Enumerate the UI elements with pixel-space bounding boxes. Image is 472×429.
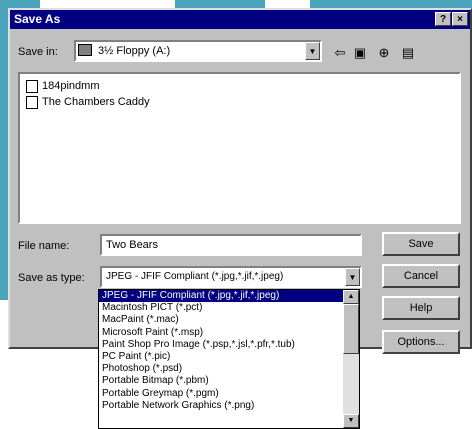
document-icon	[26, 79, 38, 93]
floppy-icon	[78, 44, 92, 56]
file-name-text: 184pindmm	[42, 80, 100, 92]
save-button[interactable]: Save	[382, 232, 460, 256]
file-name-text: The Chambers Caddy	[42, 96, 150, 108]
file-name-value: Two Bears	[106, 239, 158, 251]
help-title-button[interactable]: ?	[435, 12, 451, 26]
save-as-type-dropdown[interactable]: JPEG - JFIF Compliant (*.jpg,*.jif,*.jpe…	[98, 289, 360, 429]
view-menu-icon[interactable]: ▤	[398, 44, 418, 62]
back-icon[interactable]: ⇦	[330, 44, 350, 62]
document-icon	[26, 95, 38, 109]
scroll-thumb[interactable]	[343, 304, 359, 354]
title-bar: Save As ? ×	[10, 10, 470, 29]
save-as-type-label: Save as type:	[18, 272, 85, 284]
up-folder-icon[interactable]: ▣	[350, 44, 370, 62]
save-in-label: Save in:	[18, 46, 58, 58]
type-option[interactable]: Macintosh PICT (*.pct)	[99, 302, 359, 314]
scroll-down-icon[interactable]: ▼	[343, 414, 359, 428]
file-name-label: File name:	[18, 240, 70, 252]
help-button[interactable]: Help	[382, 296, 460, 320]
type-option[interactable]: MacPaint (*.mac)	[99, 314, 359, 326]
save-as-type-value: JPEG - JFIF Compliant (*.jpg,*.jif,*.jpe…	[106, 271, 284, 282]
cancel-button[interactable]: Cancel	[382, 264, 460, 288]
file-name-input[interactable]: Two Bears	[100, 234, 362, 256]
type-option[interactable]: PC Paint (*.pic)	[99, 351, 359, 363]
type-option[interactable]: Portable Network Graphics (*.png)	[99, 400, 359, 412]
options-button[interactable]: Options...	[382, 330, 460, 354]
list-item[interactable]: 184pindmm	[26, 78, 99, 94]
list-item[interactable]: The Chambers Caddy	[26, 94, 150, 110]
type-option[interactable]: Portable Greymap (*.pgm)	[99, 388, 359, 400]
chevron-down-icon[interactable]: ▼	[345, 268, 360, 286]
type-option[interactable]: Photoshop (*.psd)	[99, 363, 359, 375]
scroll-up-icon[interactable]: ▲	[343, 290, 359, 304]
save-in-combo[interactable]: 3½ Floppy (A:) ▼	[74, 40, 322, 62]
type-option[interactable]: JPEG - JFIF Compliant (*.jpg,*.jif,*.jpe…	[99, 290, 359, 303]
file-list[interactable]: 184pindmm The Chambers Caddy	[18, 72, 461, 224]
type-option[interactable]: Portable Bitmap (*.pbm)	[99, 375, 359, 387]
new-folder-icon[interactable]: ⊕	[374, 44, 394, 62]
type-option[interactable]: Paint Shop Pro Image (*.psp,*.jsl,*.pfr,…	[99, 339, 359, 351]
dropdown-scrollbar[interactable]: ▲ ▼	[343, 290, 359, 428]
type-option[interactable]: Microsoft Paint (*.msp)	[99, 327, 359, 339]
chevron-down-icon[interactable]: ▼	[305, 42, 320, 60]
save-as-type-combo[interactable]: JPEG - JFIF Compliant (*.jpg,*.jif,*.jpe…	[100, 266, 362, 288]
window-title: Save As	[14, 12, 61, 26]
save-in-value: 3½ Floppy (A:)	[98, 45, 171, 57]
close-button[interactable]: ×	[452, 12, 468, 26]
